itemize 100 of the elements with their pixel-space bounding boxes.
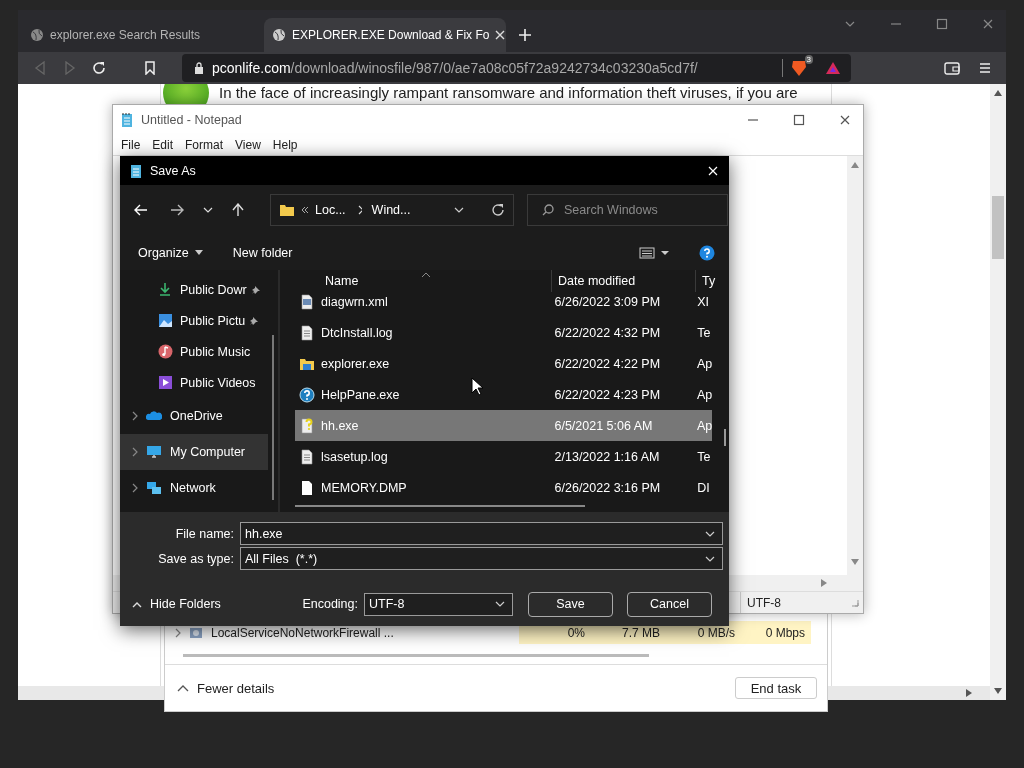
date-cell-text: 6/22/2022 4:23 PM [553, 387, 662, 402]
url-text: pconlife.com/download/winosfile/987/0/ae7a08c05f72a9242734c03230a5cd7f/ [212, 60, 698, 76]
menu-item[interactable]: View [229, 138, 267, 152]
globe-icon [272, 28, 286, 42]
new-folder-button[interactable]: New folder [232, 245, 293, 260]
view-menu-icon[interactable] [639, 246, 669, 259]
scroll-up-icon[interactable] [851, 162, 859, 168]
file-name-field[interactable]: hh.exe [240, 522, 723, 545]
text-file-icon [299, 448, 315, 465]
nav-item[interactable]: Public Pictu [120, 305, 268, 336]
file-icon [299, 479, 315, 496]
new-tab-icon[interactable] [518, 28, 532, 42]
scrollbar-thumb[interactable] [723, 429, 726, 446]
reload-icon[interactable] [92, 61, 106, 75]
file-name: diagwrn.xml [321, 294, 388, 309]
breadcrumb-item[interactable]: Loc... [315, 203, 346, 217]
menu-item[interactable]: File [115, 138, 147, 152]
expand-icon[interactable] [130, 483, 138, 493]
type-cell: Ap [697, 387, 712, 402]
help-icon[interactable] [699, 244, 715, 261]
globe-icon [30, 28, 44, 42]
date-cell-text: 6/22/2022 4:32 PM [553, 325, 662, 340]
collapse-icon[interactable] [177, 684, 189, 692]
double-chevron-icon [301, 206, 309, 214]
end-task-button[interactable]: End task [735, 677, 817, 699]
notepad-icon [130, 162, 142, 179]
nav-item[interactable]: OneDrive [120, 398, 268, 434]
file-name: HelpPane.exe [321, 387, 400, 402]
breadcrumb-bar[interactable]: Loc... Wind... [270, 194, 514, 226]
maximize-icon[interactable] [793, 114, 805, 126]
video-icon [158, 374, 174, 391]
file-row[interactable]: DtcInstall.log 6/22/2022 4:32 PM Te [295, 317, 712, 348]
date-cell-text: 6/5/2021 5:06 AM [553, 418, 654, 433]
article-text: In the face of increasingly rampant ransomware and information theft viruses, if you are [219, 84, 798, 102]
maximize-icon[interactable] [936, 18, 948, 30]
file-row[interactable]: diagwrn.xml 6/26/2022 3:09 PM XI [295, 292, 712, 317]
nav-item[interactable]: Public Dowr [120, 274, 268, 305]
close-icon[interactable] [839, 114, 851, 126]
resize-grip-icon [851, 598, 859, 607]
up-icon[interactable] [232, 203, 244, 217]
cancel-button[interactable]: Cancel [627, 591, 712, 617]
refresh-icon[interactable] [491, 203, 505, 217]
expand-icon[interactable] [130, 447, 138, 457]
type-cell-text: XI [697, 294, 710, 309]
column-header[interactable]: Ty [695, 270, 716, 292]
hide-folders-button[interactable]: Hide Folders [132, 597, 221, 611]
nav-item[interactable]: Public Music [120, 336, 268, 367]
expand-icon [173, 627, 181, 638]
menu-icon[interactable] [978, 61, 992, 75]
file-name: DtcInstall.log [321, 325, 393, 340]
browser-tab[interactable]: EXPLORER.EXE Download & Fix Fo [264, 18, 506, 52]
encoding-status: UTF-8 [747, 595, 781, 610]
network-icon [146, 480, 162, 496]
type-cell: Ap [697, 356, 712, 371]
type-cell: Te [697, 325, 712, 340]
menu-item[interactable]: Edit [146, 138, 180, 152]
bookmark-icon[interactable] [144, 61, 156, 75]
column-header[interactable]: Name [295, 270, 552, 292]
field-label: File name: [174, 526, 234, 541]
file-row[interactable]: HelpPane.exe 6/22/2022 4:23 PM Ap [295, 379, 712, 410]
scroll-down-icon[interactable] [994, 688, 1002, 694]
forward-icon[interactable] [170, 204, 184, 216]
caret-icon [194, 250, 203, 255]
encoding-dropdown[interactable]: UTF-8 [364, 592, 513, 616]
menu-item[interactable]: Help [266, 138, 304, 152]
file-row[interactable]: hh.exe 6/5/2021 5:06 AM Ap [295, 410, 712, 441]
scroll-right-icon[interactable] [966, 689, 972, 697]
file-row[interactable]: explorer.exe 6/22/2022 4:22 PM Ap [295, 348, 712, 379]
nav-item[interactable]: Public Videos [120, 367, 268, 398]
browser-tab[interactable]: explorer.exe Search Results [22, 18, 264, 52]
wallet-icon[interactable] [944, 61, 960, 75]
file-row[interactable]: MEMORY.DMP 6/26/2022 3:16 PM DI [295, 472, 712, 502]
scrollbar-thumb[interactable] [992, 195, 1004, 259]
file-name: explorer.exe [321, 356, 390, 371]
search-field[interactable]: Search Windows [527, 194, 728, 226]
file-type-dropdown[interactable]: All Files (*.*) [240, 547, 723, 570]
file-row[interactable]: lsasetup.log 2/13/2022 1:16 AM Te [295, 441, 712, 472]
column-header[interactable]: Date modified [551, 270, 695, 292]
nav-item[interactable]: Network [120, 470, 268, 506]
save-button[interactable]: Save [528, 591, 613, 617]
lock-icon [194, 62, 204, 74]
scroll-down-icon[interactable] [851, 559, 859, 565]
address-bar[interactable]: pconlife.com/download/winosfile/987/0/ae7a08c05f72a9242734c03230a5cd7f/ 3 [182, 54, 851, 82]
scroll-up-icon[interactable] [994, 90, 1002, 96]
breadcrumb-item[interactable]: Wind... [371, 203, 411, 217]
menu-item[interactable]: Format [179, 138, 230, 152]
date-cell-text: 6/22/2022 4:22 PM [553, 356, 662, 371]
triangle-icon[interactable] [825, 61, 841, 75]
xml-file-icon [299, 293, 315, 310]
nav-item[interactable]: My Computer [120, 434, 268, 470]
date-cell-text: 6/26/2022 3:16 PM [553, 480, 662, 495]
scrollbar-thumb[interactable] [272, 335, 274, 500]
mouse-cursor-icon [471, 377, 484, 396]
scroll-right-icon[interactable] [821, 579, 827, 587]
help-file-icon [299, 417, 315, 434]
sort-caret-icon [422, 272, 430, 277]
table-cell: 0 Mbps [741, 621, 811, 644]
fewer-details-link[interactable]: Fewer details [197, 680, 275, 696]
expand-icon[interactable] [130, 411, 138, 421]
organize-menu[interactable]: Organize [138, 245, 203, 260]
